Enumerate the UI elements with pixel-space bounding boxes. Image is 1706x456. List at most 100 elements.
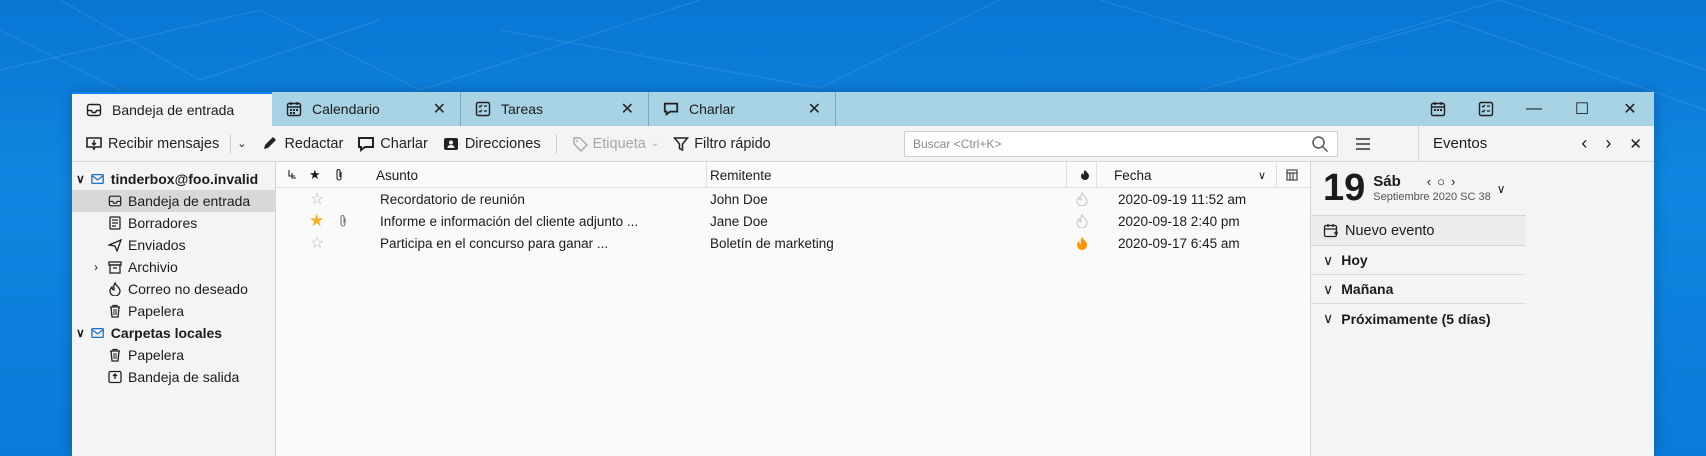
close-icon[interactable]: ✕	[808, 99, 821, 119]
account-mail-icon	[91, 172, 105, 186]
app-menu-button[interactable]	[1348, 136, 1378, 152]
chevron-down-icon[interactable]: ⌄	[237, 137, 246, 150]
section-upcoming[interactable]: ∨ Próximamente (5 días)	[1311, 304, 1526, 333]
close-icon[interactable]: ✕	[621, 99, 634, 119]
chevron-down-icon: ⌄	[650, 138, 660, 149]
junk-flame-icon[interactable]	[1076, 232, 1088, 254]
folder-label: Archivio	[128, 259, 178, 275]
folder-archive[interactable]: › Archivio	[72, 256, 275, 278]
message-subject: Recordatorio de reunión	[380, 191, 525, 207]
section-label: Hoy	[1341, 252, 1368, 268]
main-area: ∨ tinderbox@foo.invalid Bandeja de entra…	[72, 162, 1654, 456]
message-subject: Participa en el concurso para ganar ...	[380, 235, 609, 251]
tab-label: Calendario	[312, 101, 380, 117]
subject-column-header[interactable]: Asunto	[376, 162, 418, 188]
message-date: 2020-09-18 2:40 pm	[1118, 213, 1240, 229]
sent-icon	[108, 238, 122, 252]
date-column-header[interactable]: Fecha	[1114, 162, 1152, 188]
calendar-icon[interactable]	[1414, 92, 1462, 126]
mail-toolbar: Recibir mensajes ⌄ Redactar Charlar Dire…	[72, 125, 1654, 162]
chevron-down-icon[interactable]: ∨	[1258, 162, 1266, 188]
message-list-header: ★ Asunto Remitente Fecha ∨	[276, 162, 1310, 188]
folder-label: Correo no deseado	[128, 281, 248, 297]
tab-tasks[interactable]: Tareas ✕	[460, 92, 648, 126]
day-nav-icon[interactable]: ‹○›	[1427, 174, 1462, 189]
close-window-button[interactable]: ✕	[1606, 92, 1654, 126]
next-icon[interactable]: ›	[1605, 133, 1611, 154]
local-folders-icon	[91, 326, 105, 340]
section-today[interactable]: ∨ Hoy	[1311, 246, 1526, 275]
message-row[interactable]: ★ Informe e información del cliente adju…	[276, 210, 1310, 232]
today-pane: 19 Sáb ‹○› Septiembre 2020 SC 38 ∨ Nuevo…	[1310, 162, 1526, 456]
chevron-down-icon: ∨	[1323, 251, 1334, 268]
month-line: Septiembre 2020 SC 38	[1373, 190, 1491, 203]
star-empty-icon[interactable]: ☆	[310, 188, 324, 210]
folder-drafts[interactable]: Borradores	[72, 212, 275, 234]
compose-label: Redactar	[284, 135, 344, 152]
folder-label: Bandeja de salida	[128, 369, 240, 385]
message-row[interactable]: ☆ Recordatorio de reunión John Doe 2020-…	[276, 188, 1310, 210]
new-event-button[interactable]: Nuevo evento	[1311, 216, 1526, 246]
window-controls: — ☐ ✕	[1414, 92, 1654, 126]
not-junk-icon[interactable]	[1076, 210, 1088, 232]
message-date: 2020-09-17 6:45 am	[1118, 235, 1240, 251]
today-pane-header: Eventos ‹ › ✕	[1418, 125, 1654, 162]
chevron-down-icon: ∨	[1323, 280, 1334, 297]
compose-button[interactable]: Redactar	[256, 133, 348, 155]
folder-outbox[interactable]: Bandeja de salida	[72, 366, 275, 388]
tab-bar: Bandeja de entrada Calendario ✕ Tareas ✕…	[72, 92, 1654, 126]
column-picker-icon[interactable]	[1286, 162, 1298, 188]
section-tomorrow[interactable]: ∨ Mañana	[1311, 275, 1526, 304]
tasks-icon	[475, 101, 491, 117]
section-label: Próximamente (5 días)	[1341, 310, 1491, 327]
folder-label: Papelera	[128, 347, 185, 363]
folder-local[interactable]: ∨ Carpetas locales	[72, 322, 275, 344]
chevron-right-icon[interactable]: ›	[94, 260, 102, 274]
chat-icon	[357, 136, 375, 152]
chat-button[interactable]: Charlar	[352, 133, 433, 155]
star-column-icon[interactable]: ★	[309, 162, 321, 188]
folder-label: Bandeja de entrada	[128, 193, 251, 209]
maximize-button[interactable]: ☐	[1558, 92, 1606, 126]
trash-icon	[108, 348, 122, 362]
tab-inbox[interactable]: Bandeja de entrada	[72, 92, 272, 126]
folder-trash[interactable]: Papelera	[72, 300, 275, 322]
quick-filter-button[interactable]: Filtro rápido	[668, 133, 776, 155]
search-input[interactable]: Buscar <Ctrl+K>	[904, 130, 1338, 157]
get-messages-label: Recibir mensajes	[108, 135, 220, 152]
new-event-label: Nuevo evento	[1345, 222, 1435, 239]
chevron-down-icon[interactable]: ∨	[76, 172, 85, 186]
chevron-down-icon[interactable]: ∨	[76, 326, 85, 340]
download-icon	[85, 136, 103, 152]
junk-column-icon[interactable]	[1080, 162, 1090, 188]
sender-column-header[interactable]: Remitente	[710, 162, 772, 188]
close-icon[interactable]: ✕	[1629, 135, 1642, 153]
address-book-button[interactable]: Direcciones	[437, 133, 546, 155]
folder-account[interactable]: ∨ tinderbox@foo.invalid	[72, 168, 275, 190]
get-messages-button[interactable]: Recibir mensajes	[80, 133, 224, 155]
archive-icon	[108, 260, 122, 274]
close-icon[interactable]: ✕	[433, 99, 446, 119]
previous-icon[interactable]: ‹	[1581, 133, 1587, 154]
tab-calendar[interactable]: Calendario ✕	[272, 92, 460, 126]
not-junk-icon[interactable]	[1076, 188, 1088, 210]
thread-column-icon[interactable]	[286, 162, 298, 188]
folder-junk[interactable]: Correo no deseado	[72, 278, 275, 300]
search-icon[interactable]	[1311, 135, 1329, 153]
folder-sent[interactable]: Enviados	[72, 234, 275, 256]
folder-label: Carpetas locales	[110, 325, 223, 341]
tasks-icon[interactable]	[1462, 92, 1510, 126]
star-empty-icon[interactable]: ☆	[310, 232, 324, 254]
star-filled-icon[interactable]: ★	[309, 210, 324, 232]
folder-local-trash[interactable]: Papelera	[72, 344, 275, 366]
folder-inbox[interactable]: Bandeja de entrada	[72, 190, 275, 212]
chevron-down-icon[interactable]: ∨	[1497, 182, 1506, 196]
message-sender: Jane Doe	[710, 213, 768, 229]
tab-chat[interactable]: Charlar ✕	[648, 92, 836, 126]
message-row[interactable]: ☆ Participa en el concurso para ganar ..…	[276, 232, 1310, 254]
tag-button[interactable]: Etiqueta ⌄	[567, 133, 665, 155]
minimize-button[interactable]: —	[1510, 92, 1558, 126]
attachment-column-icon[interactable]	[334, 162, 344, 188]
attachment-icon	[338, 210, 348, 232]
events-title: Eventos	[1433, 135, 1488, 152]
